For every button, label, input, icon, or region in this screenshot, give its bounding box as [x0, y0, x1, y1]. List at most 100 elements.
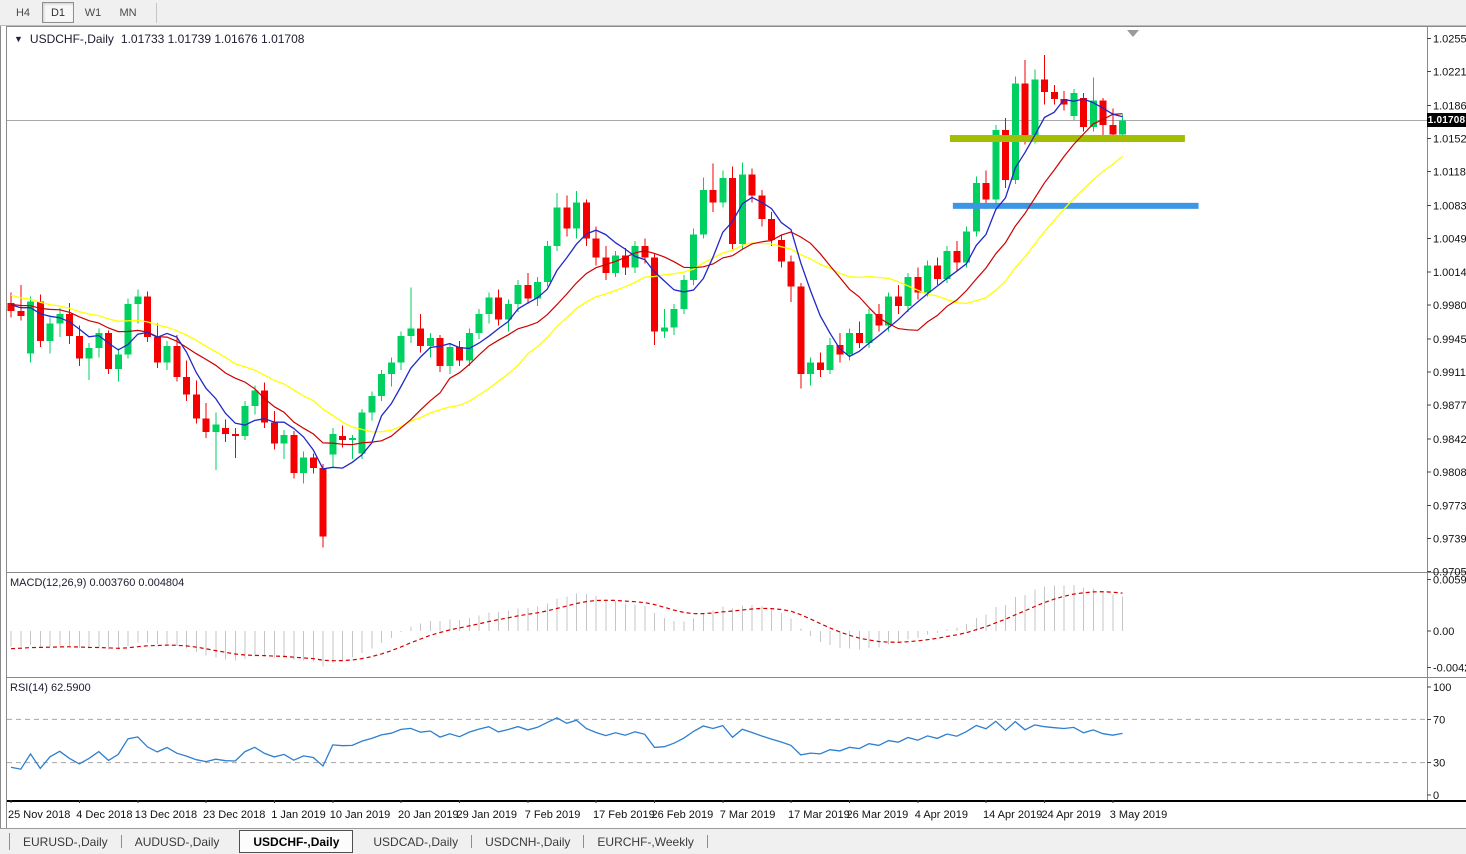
tab-audusd-daily[interactable]: AUDUSD-,Daily — [122, 829, 233, 854]
date-axis-label: 10 Jan 2019 — [330, 809, 391, 821]
rsi-axis-label: 30 — [1433, 758, 1445, 770]
price-axis-label: 0.98420 — [1433, 434, 1466, 446]
ma-fast-line — [10, 98, 1123, 470]
date-axis-label: 23 Dec 2018 — [203, 809, 265, 821]
candle-body — [514, 284, 522, 305]
candle-body — [953, 250, 961, 263]
panel-borders — [0, 26, 1466, 828]
candle-body — [1119, 120, 1126, 135]
candle-body — [768, 218, 775, 241]
candle-body — [797, 286, 805, 374]
candle-body — [124, 304, 132, 355]
date-axis-label: 7 Mar 2019 — [720, 809, 776, 821]
candle-body — [894, 296, 902, 307]
candle-body — [1070, 92, 1078, 117]
rsi-axis-label: 100 — [1433, 682, 1451, 694]
candle-body — [329, 434, 337, 455]
candle-body — [787, 261, 795, 287]
date-axis-label: 3 May 2019 — [1110, 809, 1167, 821]
candle-body — [846, 333, 853, 355]
candle-body — [777, 240, 785, 262]
macd-axis-label: 0.00 — [1433, 626, 1454, 638]
candle-body — [485, 297, 493, 314]
macd-axis-label: -0.004243 — [1433, 662, 1466, 674]
candle-body — [368, 396, 376, 413]
chart-tab-bar: EURUSD-,Daily AUDUSD-,Daily USDCHF-,Dail… — [0, 828, 1466, 854]
candle-body — [524, 284, 532, 299]
tab-eurchf-weekly[interactable]: EURCHF-,Weekly — [584, 829, 706, 854]
timeframe-toolbar: H4 D1 W1 MN — [0, 0, 1466, 26]
date-axis-label: 26 Mar 2019 — [847, 809, 909, 821]
candle-body — [1050, 92, 1058, 99]
candle-body — [231, 434, 239, 436]
candle-body — [339, 435, 346, 440]
candle-body — [202, 418, 210, 433]
candle-body — [222, 428, 229, 435]
candle-body — [807, 362, 814, 374]
candle-body — [163, 345, 171, 363]
price-axis-label: 0.98080 — [1433, 467, 1466, 479]
candle-body — [319, 467, 327, 537]
macd-indicator-label: MACD(12,26,9) 0.003760 0.004804 — [10, 577, 185, 589]
timeframe-button-h4[interactable]: H4 — [7, 2, 39, 23]
chart-symbol-label: USDCHF-,Daily — [29, 32, 114, 46]
candle-body — [865, 313, 873, 343]
date-axis-label: 29 Jan 2019 — [457, 809, 518, 821]
price-axis-label: 1.02550 — [1433, 34, 1466, 46]
candle-body — [270, 422, 278, 444]
candle-body — [261, 390, 268, 423]
candle-body — [417, 328, 424, 346]
candle-body — [826, 344, 834, 371]
candle-body — [1109, 124, 1117, 135]
tab-usdchf-daily[interactable]: USDCHF-,Daily — [239, 830, 354, 853]
chart-ohlc-values: 1.01733 1.01739 1.01676 1.01708 — [120, 32, 305, 46]
timeframe-button-d1[interactable]: D1 — [42, 2, 74, 23]
timeframe-button-mn[interactable]: MN — [112, 2, 144, 23]
candle-body — [46, 323, 54, 341]
price-axis-label: 0.98770 — [1433, 400, 1466, 412]
date-axis-label: 4 Apr 2019 — [915, 809, 968, 821]
candle-body — [758, 195, 766, 219]
candle-body — [66, 313, 73, 337]
candle-body — [699, 189, 707, 235]
candle-body — [680, 279, 688, 310]
macd-histogram — [10, 584, 1123, 667]
tab-eurusd-daily[interactable]: EURUSD-,Daily — [10, 829, 121, 854]
chevron-down-icon: ▼ — [14, 34, 23, 44]
date-axis-label: 20 Jan 2019 — [398, 809, 459, 821]
candle-body — [924, 265, 931, 293]
candle-body — [563, 207, 571, 229]
candle-body — [212, 424, 220, 433]
candle-body — [407, 328, 415, 337]
tab-usdcnh-daily[interactable]: USDCNH-,Daily — [472, 829, 583, 854]
tab-usdcad-daily[interactable]: USDCAD-,Daily — [360, 829, 471, 854]
chart-canvas[interactable]: 1.02550 1.02210 1.01860 1.01520 1.01180 1.008… — [0, 0, 1466, 854]
price-axis-label: 1.01860 — [1433, 101, 1466, 113]
candle-body — [280, 434, 288, 444]
trading-terminal-window: H4 D1 W1 MN 1.02550 1.02210 1.01860 1.01520… — [0, 0, 1466, 854]
candle-body — [748, 174, 756, 196]
candle-body — [1099, 100, 1107, 125]
candle-body — [378, 373, 385, 397]
chart-shift-marker-icon — [1127, 30, 1139, 37]
price-axis-label: 1.01520 — [1433, 134, 1466, 146]
timeframe-button-w1[interactable]: W1 — [77, 2, 109, 23]
candle-body — [553, 207, 561, 247]
toolbar-separator — [156, 2, 157, 23]
date-axis-label: 4 Dec 2018 — [76, 809, 132, 821]
date-axis-label: 17 Mar 2019 — [788, 809, 850, 821]
price-axis-label: 0.99450 — [1433, 334, 1466, 346]
candle-body — [75, 336, 83, 359]
tab-separator — [706, 835, 708, 848]
candle-body — [670, 309, 678, 328]
candle-body — [543, 246, 551, 282]
tab-stub — [0, 833, 10, 850]
macd-axis-label: 0.00597 — [1433, 575, 1466, 587]
candle-body — [836, 344, 844, 355]
candle-body — [358, 412, 366, 454]
candle-body — [475, 313, 483, 334]
candle-body — [85, 347, 93, 359]
candle-body — [241, 405, 249, 436]
candle-body — [173, 345, 181, 377]
price-axis-label: 1.01180 — [1433, 166, 1466, 178]
